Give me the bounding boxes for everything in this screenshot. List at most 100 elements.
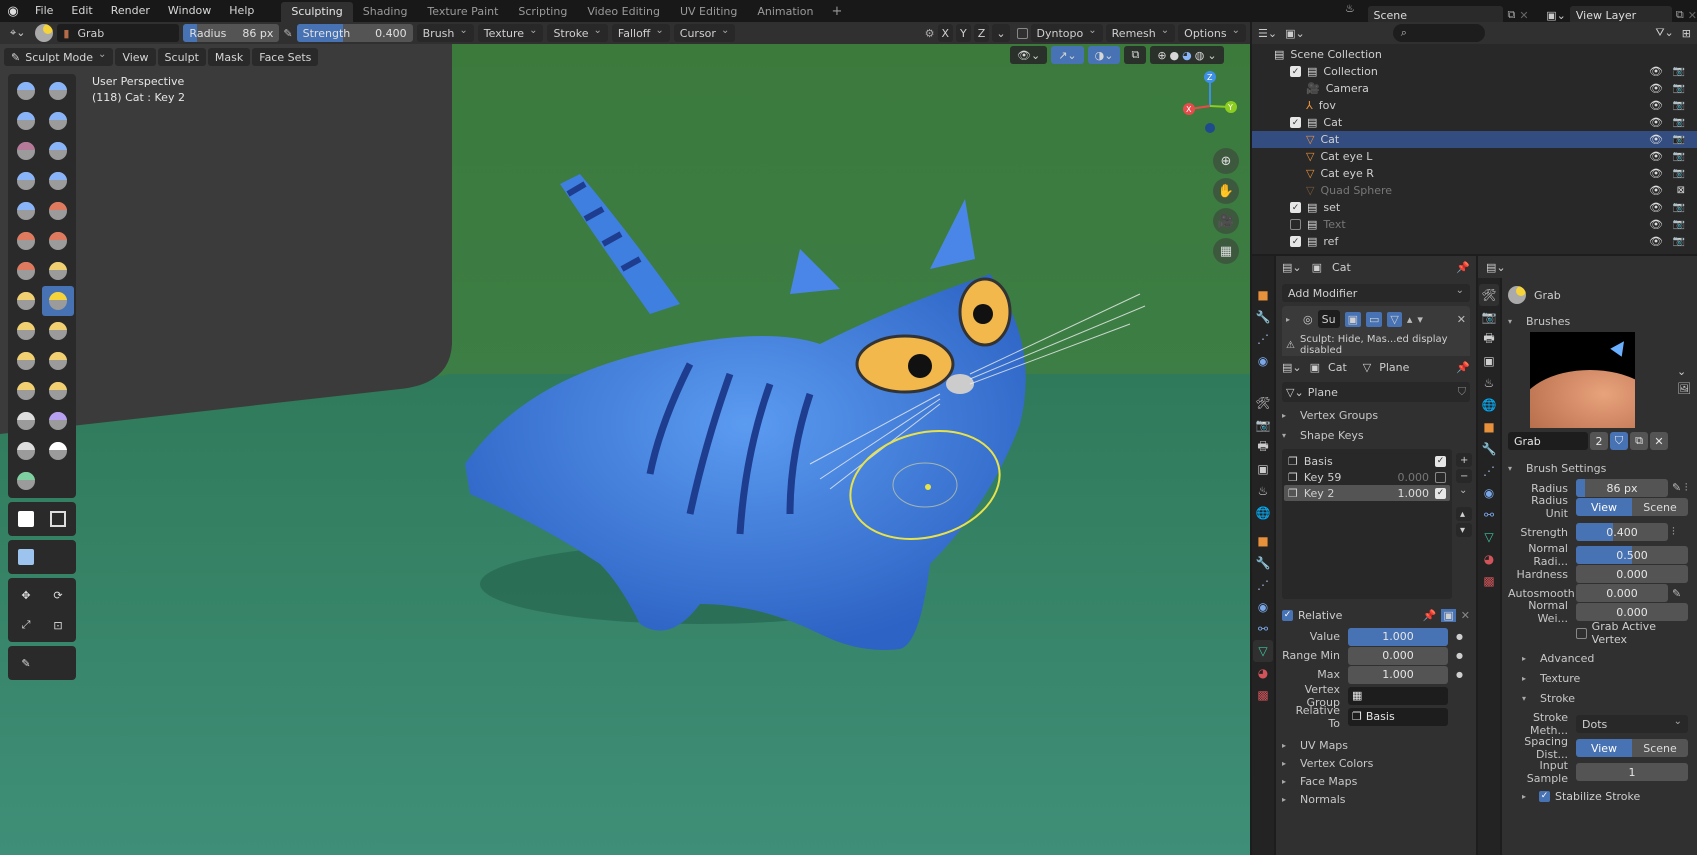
render-camera-icon[interactable]: 📷 (1673, 151, 1685, 162)
data-tab-icon-r[interactable]: ▽ (1479, 526, 1499, 548)
render-camera-icon[interactable]: ⊠ (1677, 185, 1685, 196)
symmetry-options[interactable]: ⌄ (992, 24, 1010, 42)
fake-user-icon[interactable]: ⛉ (1458, 385, 1466, 399)
particles-tab-icon-2[interactable]: ⋰ (1253, 574, 1273, 596)
editor-type-icon-2[interactable]: ▤⌄ (1282, 361, 1302, 374)
edit-mode-shape-icon[interactable]: ▣ (1441, 608, 1456, 622)
draw-tool[interactable] (10, 76, 42, 106)
navigation-gizmo[interactable]: Z X Y (1180, 64, 1240, 134)
duplicate-brush-icon[interactable]: ⧉ (1630, 432, 1648, 450)
draw-sharp-tool[interactable] (42, 76, 74, 106)
tab-video-editing[interactable]: Video Editing (577, 2, 670, 22)
uv-maps-section[interactable]: ▸ UV Maps (1282, 736, 1470, 754)
material-tab-icon[interactable]: ◕ (1253, 662, 1273, 684)
inflate-tool[interactable] (10, 166, 42, 196)
vertex-group-field[interactable]: ▦ (1348, 686, 1448, 705)
pinch-tool[interactable] (10, 286, 42, 316)
dyntopo-menu[interactable]: Dyntopo (1030, 24, 1103, 42)
pressure-toggle-icon[interactable]: ✎ ⫶ (1672, 481, 1687, 495)
texture-section[interactable]: ▸ Texture (1508, 668, 1691, 688)
visibility-eye-icon[interactable]: 👁 (1649, 150, 1663, 163)
keyframe-dot-3[interactable]: ● (1456, 670, 1463, 679)
shape-key-value[interactable]: 1.000 (1398, 487, 1430, 500)
simplify-tool[interactable] (42, 436, 74, 466)
shape-keys-section[interactable]: ▾ Shape Keys (1282, 425, 1470, 445)
layer-tool[interactable] (42, 136, 74, 166)
render-tab-icon[interactable]: 📷 (1253, 414, 1273, 436)
exclude-checkbox[interactable] (1290, 219, 1301, 230)
render-camera-icon[interactable]: 📷 (1673, 168, 1685, 179)
max-field[interactable]: 1.000 (1348, 665, 1448, 684)
radius-unit-option[interactable]: Scene (1632, 498, 1688, 516)
menu-help[interactable]: Help (220, 0, 263, 22)
range-min-field[interactable]: 0.000 (1348, 646, 1448, 665)
visibility-eye-icon[interactable]: 👁 (1649, 65, 1663, 78)
menu-file[interactable]: File (26, 0, 62, 22)
stabilize-stroke-checkbox[interactable]: ✓ (1539, 790, 1550, 802)
shading-options-icon[interactable]: ⌄ (1207, 49, 1216, 62)
scene-tab-icon-r[interactable]: ♨ (1479, 372, 1499, 394)
texture-tab-icon[interactable]: ▩ (1253, 684, 1273, 706)
shape-key-specials-icon[interactable]: ⌄ (1456, 485, 1472, 505)
tab-texture-paint[interactable]: Texture Paint (417, 2, 508, 22)
physics-tab-icon-r[interactable]: ◉ (1479, 482, 1499, 504)
nudge-tool[interactable] (10, 376, 42, 406)
scale-tool[interactable]: ⤢ (10, 610, 42, 640)
rendered-shading-icon[interactable]: ◍ (1195, 49, 1205, 62)
elastic-deform-tool[interactable] (10, 316, 42, 346)
menu-mask[interactable]: Mask (207, 48, 251, 66)
xray-toggle[interactable]: ⧉ (1124, 46, 1147, 64)
tab-uv-editing[interactable]: UV Editing (670, 2, 747, 22)
boundary-tool[interactable] (42, 406, 74, 436)
physics-tab-icon-2[interactable]: ◉ (1253, 596, 1273, 618)
editmode-toggle-icon[interactable]: ▣ (1344, 311, 1361, 327)
options-menu[interactable]: Options (1178, 24, 1246, 42)
blender-logo-icon[interactable]: ◉ (0, 4, 26, 19)
material-shading-icon[interactable]: ◕ (1182, 49, 1192, 62)
outliner-row[interactable]: ⅄ fov 👁 📷 (1252, 97, 1697, 114)
modifier-tab-icon-r[interactable]: 🔧 (1479, 438, 1499, 460)
normals-section[interactable]: ▸ Normals (1282, 790, 1470, 808)
render-camera-icon[interactable]: 📷 (1673, 202, 1685, 213)
solid-shading-icon[interactable]: ● (1170, 49, 1180, 62)
clay-tool[interactable] (10, 106, 42, 136)
outliner-row[interactable]: ▽ Quad Sphere 👁 ⊠ (1252, 182, 1697, 199)
slide-relax-tool[interactable] (10, 406, 42, 436)
new-scene-icon[interactable]: ⧉ (1507, 8, 1515, 22)
add-modifier-dropdown[interactable]: Add Modifier (1282, 284, 1470, 302)
gizmo-toggle[interactable]: ↗⌄ (1051, 46, 1084, 64)
brush-users-count[interactable]: 2 (1590, 432, 1608, 450)
snake-hook-tool[interactable] (42, 316, 74, 346)
exclude-checkbox[interactable]: ✓ (1290, 117, 1301, 128)
rotate-tool[interactable]: ⟳ (42, 580, 74, 610)
scene-tab-icon[interactable]: ♨ (1253, 480, 1273, 502)
outliner-editor-type-icon[interactable]: ☰⌄ (1258, 27, 1277, 40)
keyframe-dot[interactable]: ● (1456, 632, 1463, 641)
move-tool[interactable]: ✥ (10, 580, 42, 610)
symmetry-z-toggle[interactable]: Z (973, 24, 990, 42)
brush-image-icon[interactable]: 🖼 (1677, 382, 1691, 395)
render-camera-icon[interactable]: 📷 (1673, 134, 1685, 145)
render-camera-icon[interactable]: 📷 (1673, 83, 1685, 94)
tab-animation[interactable]: Animation (747, 2, 823, 22)
visibility-eye-icon[interactable]: 👁 (1649, 82, 1663, 95)
smooth-tool[interactable] (42, 196, 74, 226)
menu-face-sets[interactable]: Face Sets (252, 48, 319, 66)
display-mode-icon[interactable]: ▣⌄ (1285, 27, 1305, 40)
box-mask-tool[interactable] (10, 504, 42, 534)
dyntopo-checkbox[interactable] (1016, 27, 1028, 39)
new-collection-icon[interactable]: ⊞ (1682, 27, 1691, 40)
camera-view-icon[interactable]: 🎥 (1213, 208, 1239, 234)
render-camera-icon[interactable]: 📷 (1673, 236, 1685, 247)
world-tab-icon-r[interactable]: 🌐 (1479, 394, 1499, 416)
data-tab-icon[interactable]: ▽ (1253, 640, 1273, 662)
pan-hand-icon[interactable]: ✋ (1213, 178, 1239, 204)
visibility-eye-icon[interactable]: 👁 (1649, 218, 1663, 231)
object-tab-icon-2[interactable]: ■ (1253, 530, 1273, 552)
clear-shape-icon[interactable]: ✕ (1461, 609, 1470, 622)
pin-icon-2[interactable]: 📌 (1456, 361, 1470, 374)
brush-settings-section[interactable]: ▾ Brush Settings (1508, 457, 1691, 479)
move-up-icon[interactable]: ▴ (1407, 313, 1413, 326)
remesh-menu[interactable]: Remesh (1105, 24, 1176, 42)
outliner-row[interactable]: ✓ ▤ ref 👁 📷 (1252, 233, 1697, 250)
